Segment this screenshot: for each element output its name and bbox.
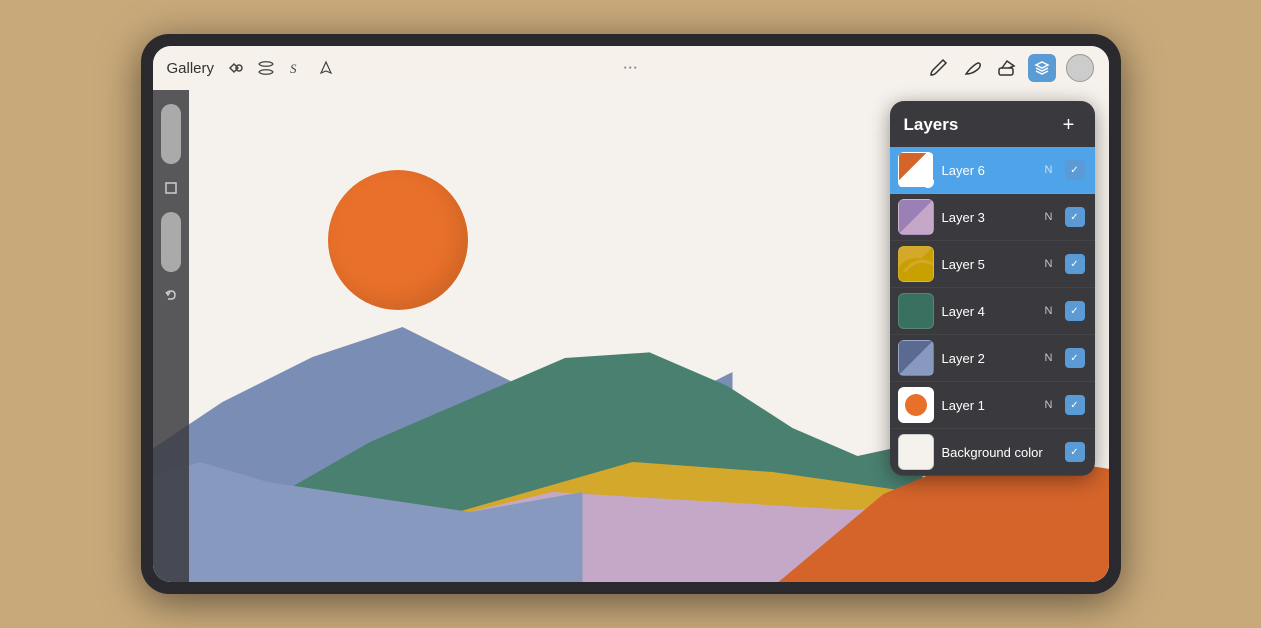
layer-thumbnail [898,199,934,235]
layer-name: Background color [942,445,1057,460]
layer-mode: N [1045,258,1053,270]
layer-thumbnail [898,152,934,188]
layer-item[interactable]: Layer 5 N ✓ [890,241,1095,288]
background-color-layer[interactable]: Background color ✓ [890,429,1095,476]
modify-icon[interactable] [226,58,246,78]
toolbar-left: Gallery [167,58,337,78]
layer-thumbnail [898,340,934,376]
tablet-screen: Gallery [153,46,1109,582]
square-icon[interactable] [159,176,183,200]
layer-thumbnail [898,246,934,282]
svg-text:S: S [290,61,297,76]
selection-icon[interactable] [316,58,336,78]
layer-name: Layer 6 [942,163,1037,178]
layer-item[interactable]: Layer 6 N ✓ [890,147,1095,194]
layer-thumbnail [898,293,934,329]
layers-panel-button[interactable] [1028,54,1056,82]
layer-mode: N [1045,399,1053,411]
layer-name: Layer 1 [942,398,1037,413]
side-toolbar [153,90,189,582]
check-icon: ✓ [1070,259,1078,270]
layers-title: Layers [904,115,959,135]
layer-name: Layer 2 [942,351,1037,366]
sun-element [328,170,468,310]
tablet-device: Gallery [141,34,1121,594]
profile-icon[interactable] [1066,54,1094,82]
opacity-slider[interactable] [161,212,181,272]
toolbar-center-dots[interactable]: ●●● [624,65,639,71]
layer-visibility-toggle[interactable]: ✓ [1065,207,1085,227]
brush-size-slider[interactable] [161,104,181,164]
eraser-icon[interactable] [994,56,1018,80]
toolbar-right [926,54,1094,82]
layer-item[interactable]: Layer 4 N ✓ [890,288,1095,335]
add-layer-button[interactable]: + [1057,113,1081,137]
layer-mode: N [1045,305,1053,317]
layer-thumbnail [898,387,934,423]
layers-panel: Layers + Layer 6 N ✓ Layer 3 N ✓ [890,101,1095,476]
layer-item[interactable]: Layer 3 N ✓ [890,194,1095,241]
check-icon: ✓ [1070,212,1078,223]
check-icon: ✓ [1070,306,1078,317]
layer-mode: N [1045,211,1053,223]
check-icon: ✓ [1070,353,1078,364]
adjustments-icon[interactable]: S [286,58,306,78]
layer-item[interactable]: Layer 1 N ✓ [890,382,1095,429]
layers-header: Layers + [890,101,1095,147]
check-icon: ✓ [1070,400,1078,411]
check-icon: ✓ [1070,165,1078,176]
layer-visibility-toggle[interactable]: ✓ [1065,348,1085,368]
layer-thumbnail [898,434,934,470]
undo-icon[interactable] [159,284,183,308]
brush-icon[interactable] [926,56,950,80]
layer-mode: N [1045,164,1053,176]
layer-visibility-toggle[interactable]: ✓ [1065,301,1085,321]
gallery-button[interactable]: Gallery [167,60,215,77]
layer-name: Layer 5 [942,257,1037,272]
layer-item[interactable]: Layer 2 N ✓ [890,335,1095,382]
layer-visibility-toggle[interactable]: ✓ [1065,254,1085,274]
layer-visibility-toggle[interactable]: ✓ [1065,442,1085,462]
top-toolbar: Gallery [153,46,1109,90]
layer-mode: N [1045,352,1053,364]
layer-visibility-toggle[interactable]: ✓ [1065,395,1085,415]
layer-visibility-toggle[interactable]: ✓ [1065,160,1085,180]
transform-icon[interactable] [256,58,276,78]
layer-name: Layer 3 [942,210,1037,225]
check-icon: ✓ [1070,447,1078,458]
toolbar-tools: S [226,58,336,78]
smudge-icon[interactable] [960,56,984,80]
layer-name: Layer 4 [942,304,1037,319]
